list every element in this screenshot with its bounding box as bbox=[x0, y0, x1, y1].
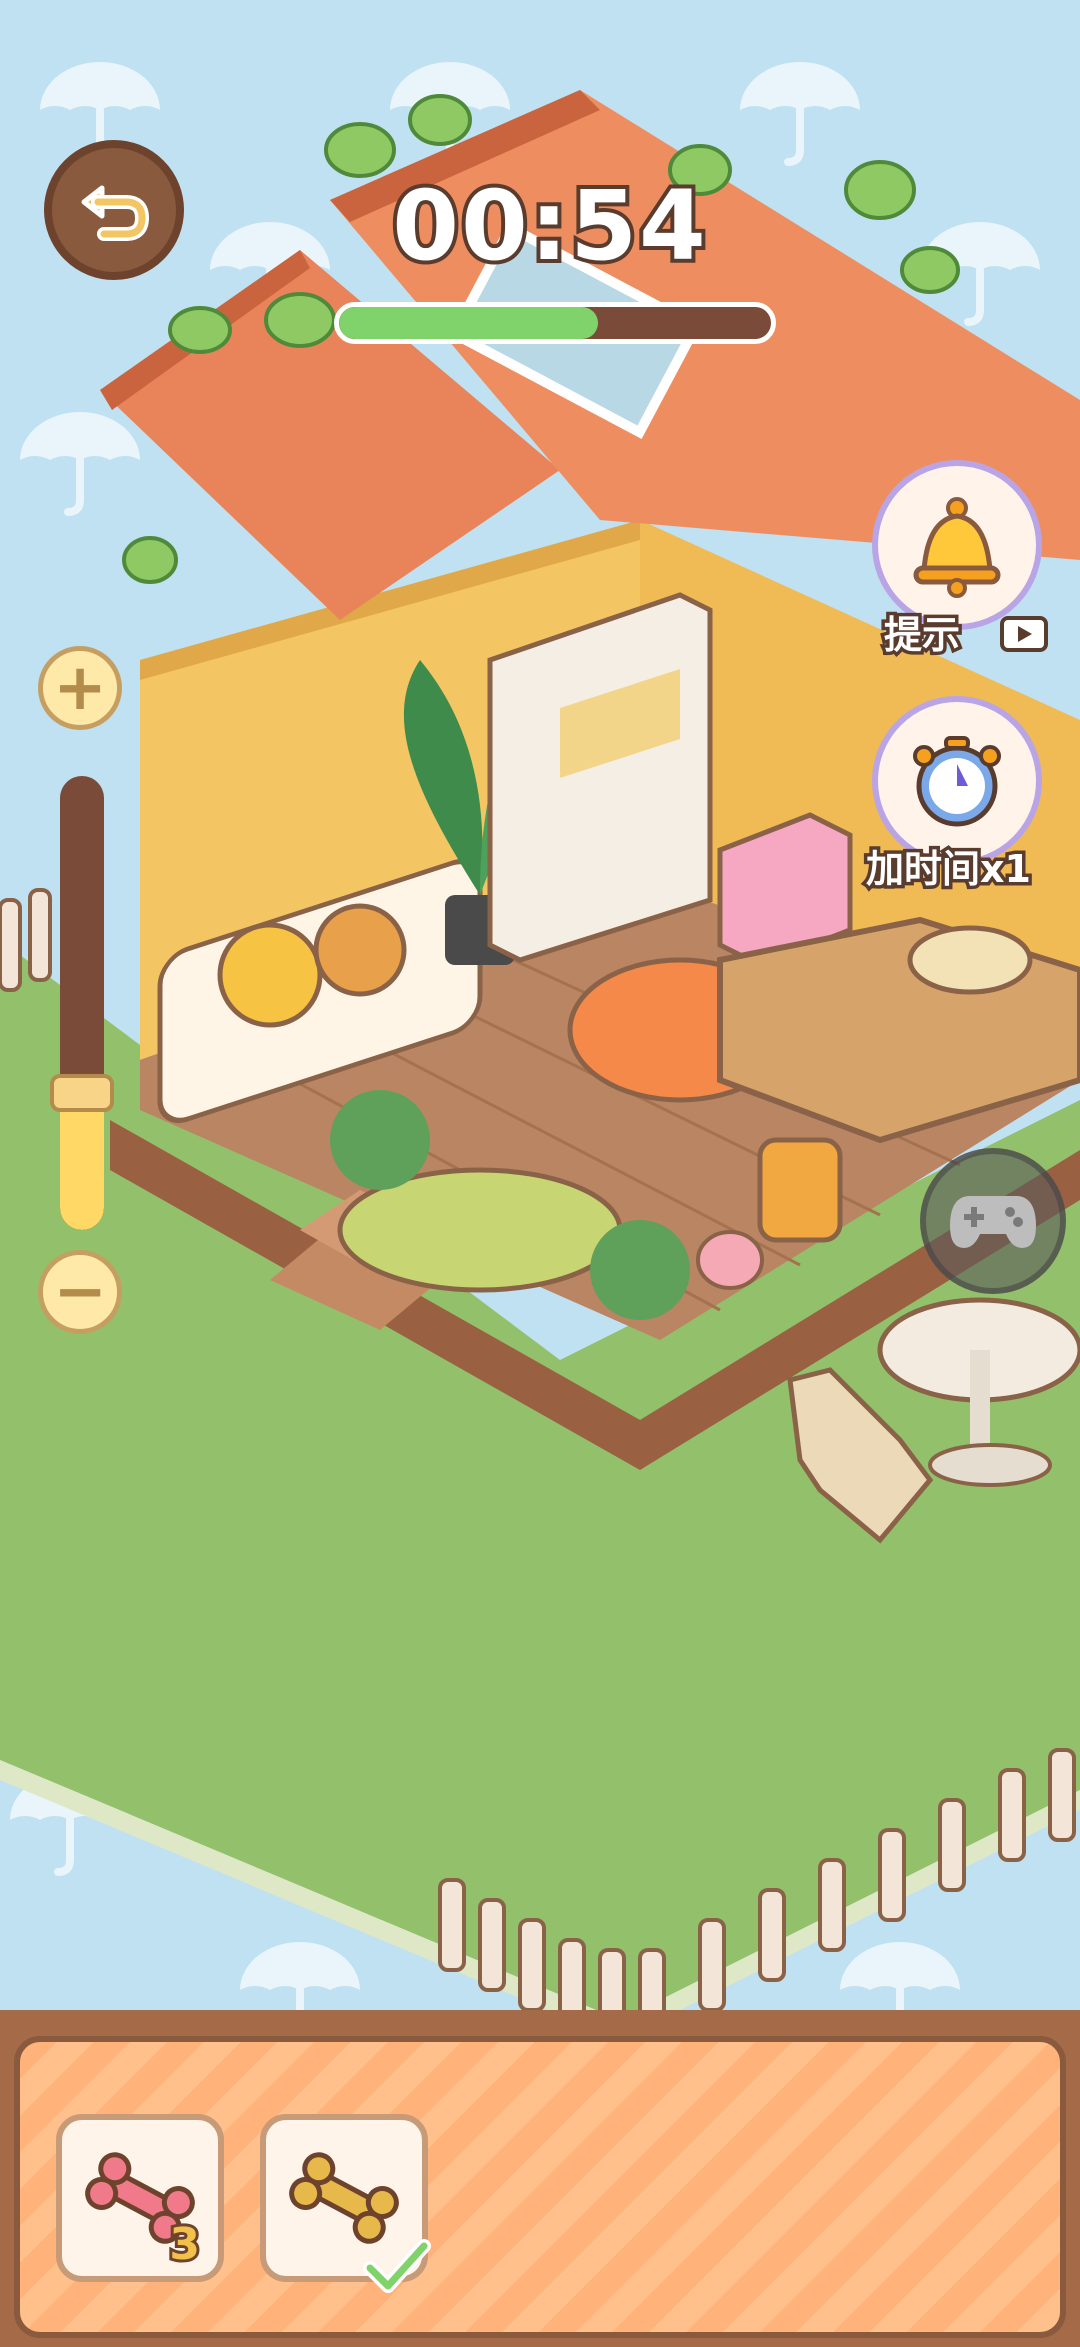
bell-icon bbox=[913, 497, 1001, 598]
item-slot-pink-bone[interactable]: 3 bbox=[56, 2114, 224, 2282]
gamepad-button[interactable] bbox=[920, 1148, 1066, 1294]
stopwatch-icon bbox=[913, 736, 1001, 827]
game-scene[interactable] bbox=[0, 0, 1080, 2347]
item-slot-golden-bone[interactable] bbox=[260, 2114, 431, 2293]
gamepad-icon bbox=[950, 1196, 1036, 1248]
hint-label: 提示 bbox=[880, 610, 963, 661]
zoom-out-button[interactable]: − bbox=[38, 1250, 122, 1334]
undo-arrow-icon bbox=[81, 185, 150, 241]
time-progress-fill bbox=[339, 307, 599, 339]
zoom-in-button[interactable]: + bbox=[38, 646, 122, 730]
bookshelf bbox=[487, 592, 713, 963]
zoom-slider-track[interactable] bbox=[60, 776, 104, 1230]
countdown-timer: 00:54 bbox=[388, 166, 710, 286]
item-tray-panel: 3 bbox=[14, 2036, 1066, 2338]
item-count-badge: 3 bbox=[166, 2216, 203, 2273]
add-time-label: 加时间x1 bbox=[863, 844, 1035, 895]
zoom-slider-handle[interactable] bbox=[50, 1074, 114, 1112]
checkmark-icon bbox=[363, 2239, 431, 2293]
item-tray: 3 bbox=[0, 2010, 1080, 2347]
back-button[interactable] bbox=[44, 140, 184, 280]
video-ad-icon bbox=[1000, 616, 1048, 652]
time-progress-bar bbox=[334, 302, 776, 344]
